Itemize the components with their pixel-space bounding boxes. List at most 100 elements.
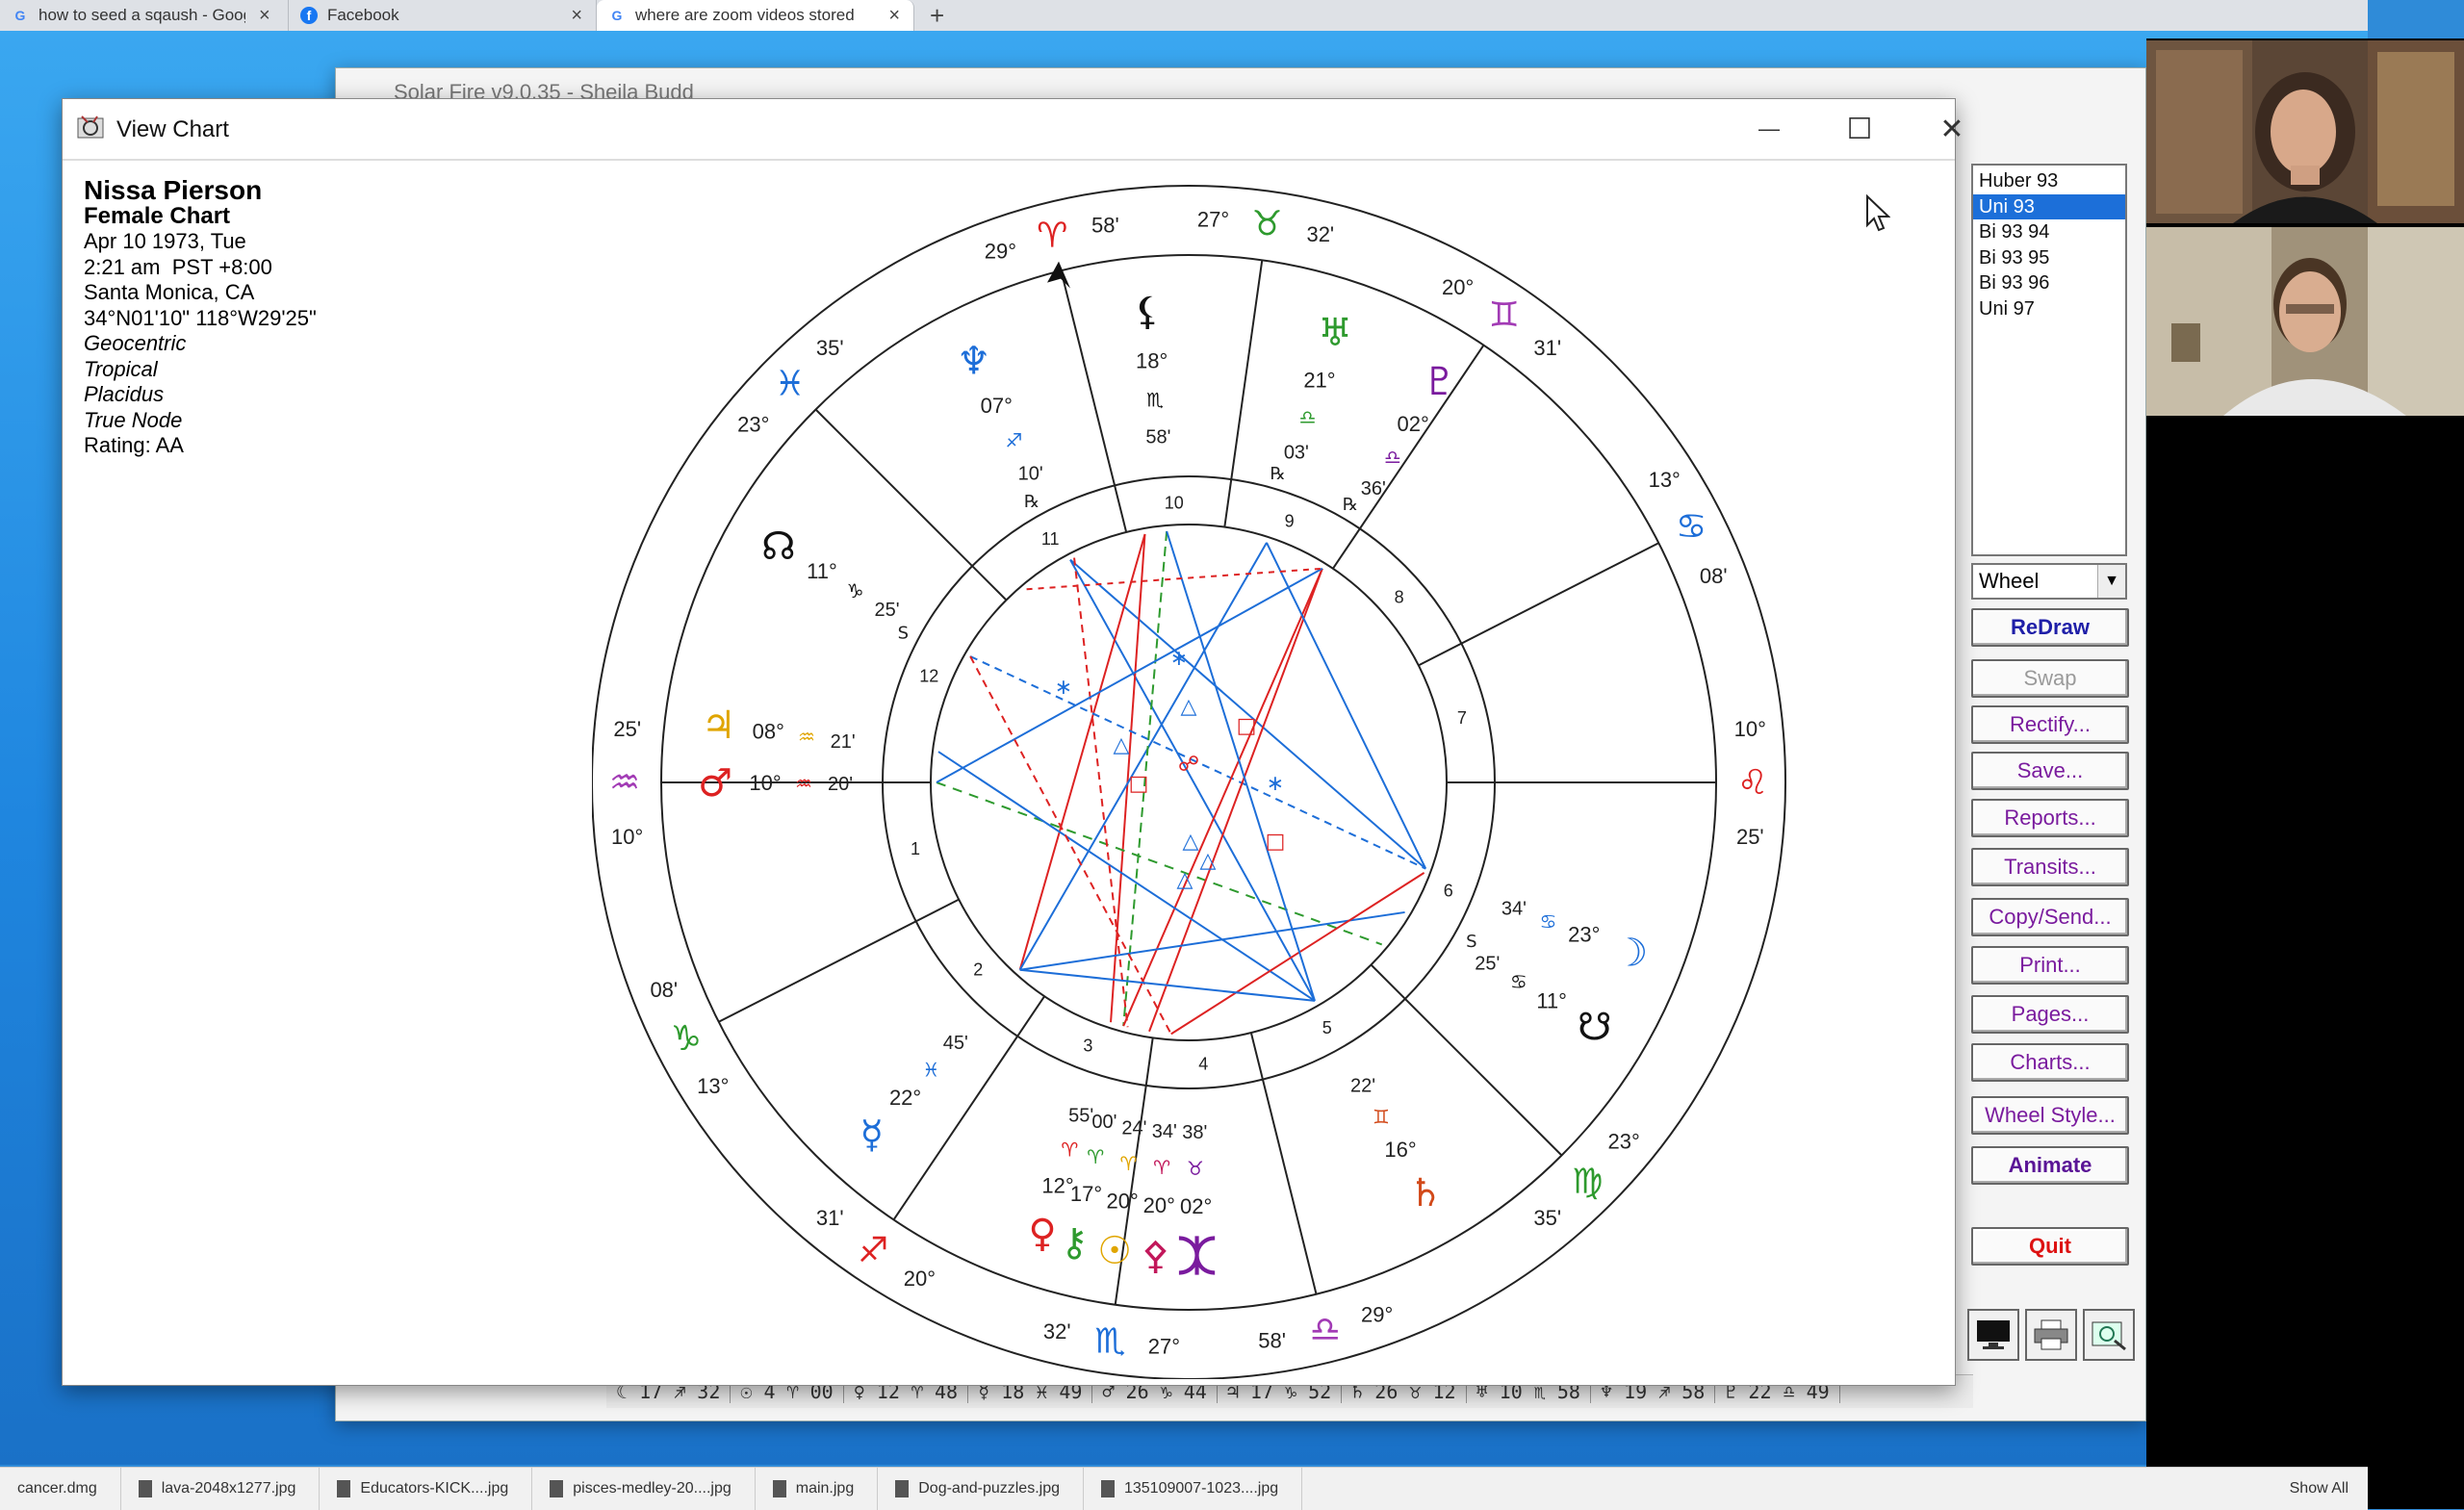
house-cusp-line <box>1332 345 1485 570</box>
browser-tab-zoom-videos[interactable]: G where are zoom videos stored × <box>597 0 914 31</box>
planet-degree: 10° <box>749 771 781 795</box>
planet-sign: ♊ <box>1373 1105 1390 1128</box>
transits-button[interactable]: Transits... <box>1971 848 2129 886</box>
participant-video-2[interactable] <box>2146 227 2464 416</box>
astrology-chart-wheel[interactable]: 123456789101112♒10°25'♑13°08'♐20°31'♏ 27°… <box>592 166 1814 1379</box>
chart-list-item[interactable]: Bi 93 96 <box>1973 270 2125 296</box>
chart-list-item[interactable]: Uni 97 <box>1973 296 2125 322</box>
planet-glyph: ♅ <box>1318 311 1352 355</box>
cusp-degree: 20° <box>1442 275 1474 299</box>
copy-send-button[interactable]: Copy/Send... <box>1971 898 2129 936</box>
planet-minute: 24' <box>1121 1118 1146 1139</box>
pages-button[interactable]: Pages... <box>1971 995 2129 1034</box>
download-item-label: main.jpg <box>795 1480 855 1497</box>
chart-list-box[interactable]: Huber 93 Uni 93 Bi 93 94 Bi 93 95 Bi 93 … <box>1971 164 2127 556</box>
rectify-button[interactable]: Rectify... <box>1971 705 2129 744</box>
new-tab-button[interactable]: + <box>914 0 960 31</box>
monitor-icon[interactable] <box>1967 1309 2019 1361</box>
cusp-minute: 32' <box>1306 222 1334 246</box>
download-item[interactable]: Dog-and-puzzles.jpg <box>878 1468 1084 1510</box>
maximize-button[interactable]: ☐ <box>1826 105 1893 153</box>
close-tab-icon[interactable]: × <box>888 5 900 27</box>
participant-video-1[interactable] <box>2146 40 2464 223</box>
quit-button[interactable]: Quit <box>1971 1227 2129 1266</box>
show-all-downloads-link[interactable]: Show All <box>2290 1480 2368 1497</box>
cusp-sign-glyph: ♌ <box>1737 763 1768 803</box>
download-item[interactable]: pisces-medley-20....jpg <box>532 1468 756 1510</box>
export-icon[interactable] <box>2083 1309 2135 1361</box>
browser-tab-facebook[interactable]: f Facebook × <box>289 0 597 31</box>
planet-glyph: ⯰ <box>1178 1235 1217 1279</box>
chart-list-item-selected[interactable]: Uni 93 <box>1973 193 2125 219</box>
wheel-style-button[interactable]: Wheel Style... <box>1971 1096 2129 1135</box>
house-cusp-line <box>1370 963 1563 1157</box>
house-number: 12 <box>919 666 938 685</box>
download-item[interactable]: cancer.dmg <box>0 1468 121 1510</box>
swap-button[interactable]: Swap <box>1971 659 2129 698</box>
download-item-label: pisces-medley-20....jpg <box>573 1480 732 1497</box>
redraw-button[interactable]: ReDraw <box>1971 608 2129 647</box>
cusp-sign-glyph: ♏ <box>1094 1321 1125 1361</box>
planet-glyph: ♇ <box>1423 360 1457 404</box>
browser-tab-google-squash[interactable]: G how to seed a sqaush - Google × <box>0 0 289 31</box>
tab-label: Facebook <box>326 6 399 24</box>
cusp-minute: 31' <box>1533 336 1561 360</box>
planet-glyph: ☽ <box>1613 931 1648 975</box>
download-item[interactable]: Educators-KICK....jpg <box>320 1468 533 1510</box>
planet-glyph: ⚷ <box>1060 1220 1088 1265</box>
planet-sign: ♈ <box>1087 1145 1104 1168</box>
aspect-line <box>1019 968 1316 1002</box>
aspect-line <box>969 655 1172 1035</box>
chart-system: Geocentric <box>84 331 187 355</box>
cusp-minute: 08' <box>650 978 678 1002</box>
window-titlebar[interactable]: View Chart — ☐ ✕ <box>63 99 1964 161</box>
chart-zodiac: Tropical <box>84 356 158 381</box>
close-tab-icon[interactable]: × <box>571 5 582 27</box>
reports-button[interactable]: Reports... <box>1971 799 2129 837</box>
house-cusp-line <box>1418 542 1659 667</box>
cusp-degree: 13° <box>1649 468 1681 492</box>
tab-label: where are zoom videos stored <box>634 6 855 24</box>
chart-list-item[interactable]: Bi 93 94 <box>1973 219 2125 245</box>
cusp-degree: 20° <box>904 1267 936 1291</box>
planet-minute: 03' <box>1284 443 1309 464</box>
charts-button[interactable]: Charts... <box>1971 1043 2129 1082</box>
planet-minute: 58' <box>1145 426 1170 448</box>
aspect-glyph: △ <box>1177 868 1194 892</box>
close-tab-icon[interactable]: × <box>259 5 270 27</box>
chevron-down-icon[interactable]: ▼ <box>2097 565 2125 598</box>
retrograde-marker: S <box>1466 932 1476 952</box>
planet-degree: 22° <box>889 1086 921 1110</box>
chart-list-item[interactable]: Huber 93 <box>1973 168 2125 194</box>
print-button[interactable]: Print... <box>1971 946 2129 985</box>
facebook-icon: f <box>300 7 318 24</box>
planet-glyph: ♃ <box>702 704 736 748</box>
cusp-degree: 13° <box>697 1074 729 1098</box>
house-number: 6 <box>1444 882 1453 901</box>
chart-list-item[interactable]: Bi 93 95 <box>1973 245 2125 271</box>
cusp-degree: 10° <box>1734 717 1766 741</box>
planet-degree: 17° <box>1070 1182 1102 1206</box>
aspect-line <box>1148 568 1323 1033</box>
cusp-minute: 58' <box>1091 213 1119 237</box>
download-item-label: 135109007-1023....jpg <box>1123 1480 1279 1497</box>
planet-glyph: ♀ <box>1028 1212 1056 1256</box>
chart-date: Apr 10 1973, Tue <box>84 229 246 253</box>
cusp-degree: 29° <box>985 240 1016 264</box>
download-item[interactable]: lava-2048x1277.jpg <box>121 1468 321 1510</box>
aspect-glyph: △ <box>1181 695 1197 719</box>
planet-degree: 02° <box>1398 412 1429 436</box>
minimize-button[interactable]: — <box>1735 105 1803 153</box>
close-button[interactable]: ✕ <box>1918 105 1986 153</box>
house-cusp-line <box>814 408 1008 601</box>
cusp-degree: 29° <box>1361 1302 1393 1326</box>
save-button[interactable]: Save... <box>1971 752 2129 790</box>
download-item-label: Educators-KICK....jpg <box>360 1480 509 1497</box>
download-item[interactable]: 135109007-1023....jpg <box>1084 1468 1303 1510</box>
download-item[interactable]: main.jpg <box>756 1468 879 1510</box>
printer-icon[interactable] <box>2025 1309 2077 1361</box>
cusp-degree: 23° <box>737 412 769 436</box>
animate-button[interactable]: Animate <box>1971 1146 2129 1185</box>
cusp-minute: 58' <box>1258 1329 1286 1353</box>
style-select[interactable]: Wheel ▼ <box>1971 563 2127 600</box>
